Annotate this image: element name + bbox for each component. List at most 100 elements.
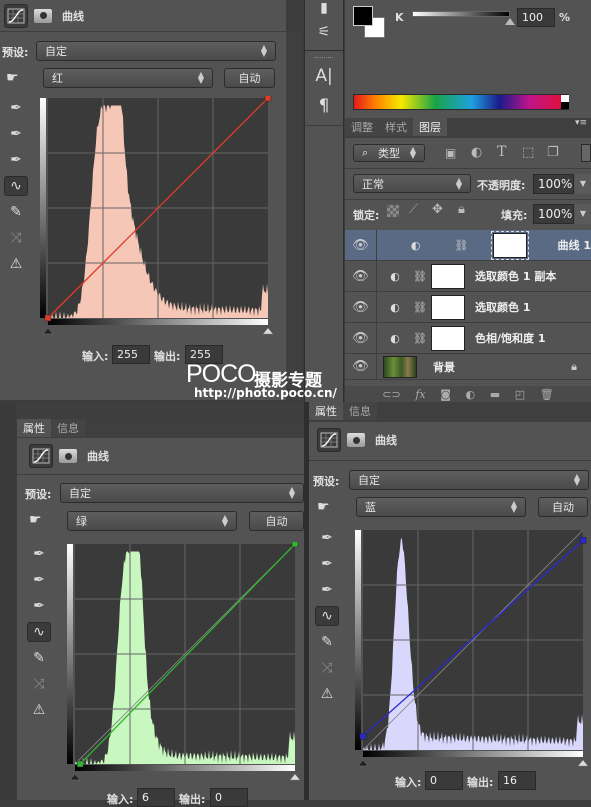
link-icon[interactable]: ⛓︎ [413,332,431,345]
curve-graph[interactable] [355,528,591,768]
brush-settings-icon[interactable]: ⚟ [309,22,339,42]
foreground-color-swatch[interactable] [353,6,373,26]
smooth-icon[interactable]: ⤨ [315,658,339,678]
visibility-eye-icon[interactable]: 👁︎ [345,292,377,322]
delete-layer-icon[interactable]: 🗑︎ [540,388,554,401]
link-icon[interactable]: ⛓︎ [413,301,431,314]
filter-shape-icon[interactable]: ⬚ [522,145,534,160]
eyedropper-gray-icon[interactable]: ✒ [315,554,339,574]
tab-properties[interactable]: 属性 [17,419,51,437]
tab-info[interactable]: 信息 [343,402,377,420]
input-field[interactable]: 6 [137,788,175,807]
panel-scrollbar[interactable] [286,32,302,400]
white-point-slider[interactable] [289,773,301,781]
layer-name[interactable]: 曲线 1 [558,237,591,253]
channel-select[interactable]: 红 ▲ ▼ [43,68,213,88]
layer-name[interactable]: 选取颜色 1 [475,299,530,315]
curve-point[interactable] [291,542,299,548]
output-field[interactable]: 16 [498,771,536,790]
panel-menu-icon[interactable]: ▾≡ [575,118,591,138]
eyedropper-black-icon[interactable]: ✒ [27,544,51,564]
output-field[interactable]: 0 [210,788,248,807]
layer-mask-thumbnail[interactable] [431,263,465,289]
layer-name[interactable]: 背景 [433,359,455,375]
layer-row[interactable]: 👁︎ ◐ ⛓︎ 色相/饱和度 1 [345,323,591,354]
layer-row[interactable]: 👁︎ ◐ ⛓︎ 曲线 1 [345,230,591,261]
layer-mask-thumbnail[interactable] [431,325,465,351]
filter-toggle[interactable] [581,144,591,162]
filter-pixel-icon[interactable]: ▣ [445,146,456,160]
eyedropper-gray-icon[interactable]: ✒ [27,570,51,590]
eyedropper-black-icon[interactable]: ✒ [315,528,339,548]
eyedropper-black-icon[interactable]: ✒ [4,98,28,118]
link-icon[interactable]: ⛓︎ [454,239,472,252]
visibility-eye-icon[interactable]: 👁︎ [345,323,377,353]
curve-point-tool-icon[interactable]: ∿ [315,606,339,626]
curve-point-tool-icon[interactable]: ∿ [27,622,51,642]
k-value-field[interactable]: 100 [517,8,555,27]
lock-position-icon[interactable]: ✥ [432,202,443,217]
smooth-icon[interactable]: ⤨ [4,228,28,248]
lock-image-icon[interactable]: ⟋ [409,202,418,217]
curves-adjustment-icon[interactable] [4,3,28,28]
layer-mask-thumbnail[interactable] [490,230,529,260]
fill-dropdown[interactable]: ▼ [575,204,591,224]
curve-graph[interactable] [40,96,276,336]
k-slider-track[interactable] [412,11,510,17]
hand-target-icon[interactable]: ☛ [29,512,42,528]
brush-preset-icon[interactable]: ▮ [309,0,339,16]
visibility-eye-icon[interactable]: 👁︎ [345,261,377,291]
clipping-warning-icon[interactable]: ⚠ [315,684,339,704]
layer-row-background[interactable]: 👁︎ 背景 🔒︎ [345,354,591,380]
paragraph-icon[interactable]: ¶ [309,96,339,116]
white-point-slider[interactable] [577,759,589,767]
eyedropper-white-icon[interactable]: ✒ [315,580,339,600]
eyedropper-white-icon[interactable]: ✒ [27,596,51,616]
mask-icon[interactable] [59,449,77,463]
auto-button[interactable]: 自动 [249,511,304,531]
character-icon[interactable]: A| [309,66,339,86]
blend-mode-select[interactable]: 正常 ▲ ▼ [353,174,471,193]
tab-properties[interactable]: 属性 [309,402,343,420]
curve-point-tool-icon[interactable]: ∿ [4,176,28,196]
tab-info[interactable]: 信息 [51,419,85,437]
black-point-slider[interactable] [357,759,369,767]
pencil-icon[interactable]: ✎ [315,632,339,652]
hand-target-icon[interactable]: ☛ [6,70,19,86]
tab-styles[interactable]: 样式 [379,118,413,136]
white-black-swatch[interactable] [561,95,569,109]
auto-button[interactable]: 自动 [538,497,588,517]
filter-adjustment-icon[interactable]: ◐ [471,145,482,160]
channel-select[interactable]: 绿 ▲ ▼ [67,511,237,531]
layer-row[interactable]: 👁︎ ◐ ⛓︎ 选取颜色 1 [345,292,591,323]
tab-layers[interactable]: 图层 [413,118,447,136]
lock-all-icon[interactable]: 🔒︎ [458,202,465,217]
fx-icon[interactable]: fx [415,388,425,401]
layer-row[interactable]: 👁︎ ◐ ⛓︎ 选取颜色 1 副本 [345,261,591,292]
new-group-icon[interactable]: ▬ [490,388,500,401]
filter-type-icon[interactable]: T [497,144,506,160]
color-spectrum-bar[interactable] [353,94,569,110]
preset-select[interactable]: 自定 ▲ ▼ [349,470,589,490]
new-layer-icon[interactable]: ◰ [515,388,525,401]
fill-field[interactable]: 100% [533,204,574,224]
smooth-icon[interactable]: ⤨ [27,674,51,694]
curves-adjustment-icon[interactable] [29,444,53,468]
curve-point[interactable] [359,732,367,740]
hand-target-icon[interactable]: ☛ [317,499,330,515]
eyedropper-white-icon[interactable]: ✒ [4,150,28,170]
curves-adjustment-icon[interactable] [317,428,341,452]
curve-point[interactable] [44,314,52,322]
new-adjustment-icon[interactable]: ◐ [465,388,475,401]
input-field[interactable]: 255 [112,345,150,364]
layer-name[interactable]: 选取颜色 1 副本 [475,268,556,284]
opacity-dropdown[interactable]: ▼ [575,174,591,194]
link-icon[interactable]: ⛓︎ [413,270,431,283]
layer-name[interactable]: 色相/饱和度 1 [475,330,546,346]
auto-button[interactable]: 自动 [224,68,275,88]
eyedropper-gray-icon[interactable]: ✒ [4,124,28,144]
background-thumbnail[interactable] [383,355,417,378]
visibility-eye-icon[interactable]: 👁︎ [345,354,377,379]
preset-select[interactable]: 自定 ▲ ▼ [60,483,304,503]
channel-select[interactable]: 蓝 ▲ ▼ [356,497,526,517]
